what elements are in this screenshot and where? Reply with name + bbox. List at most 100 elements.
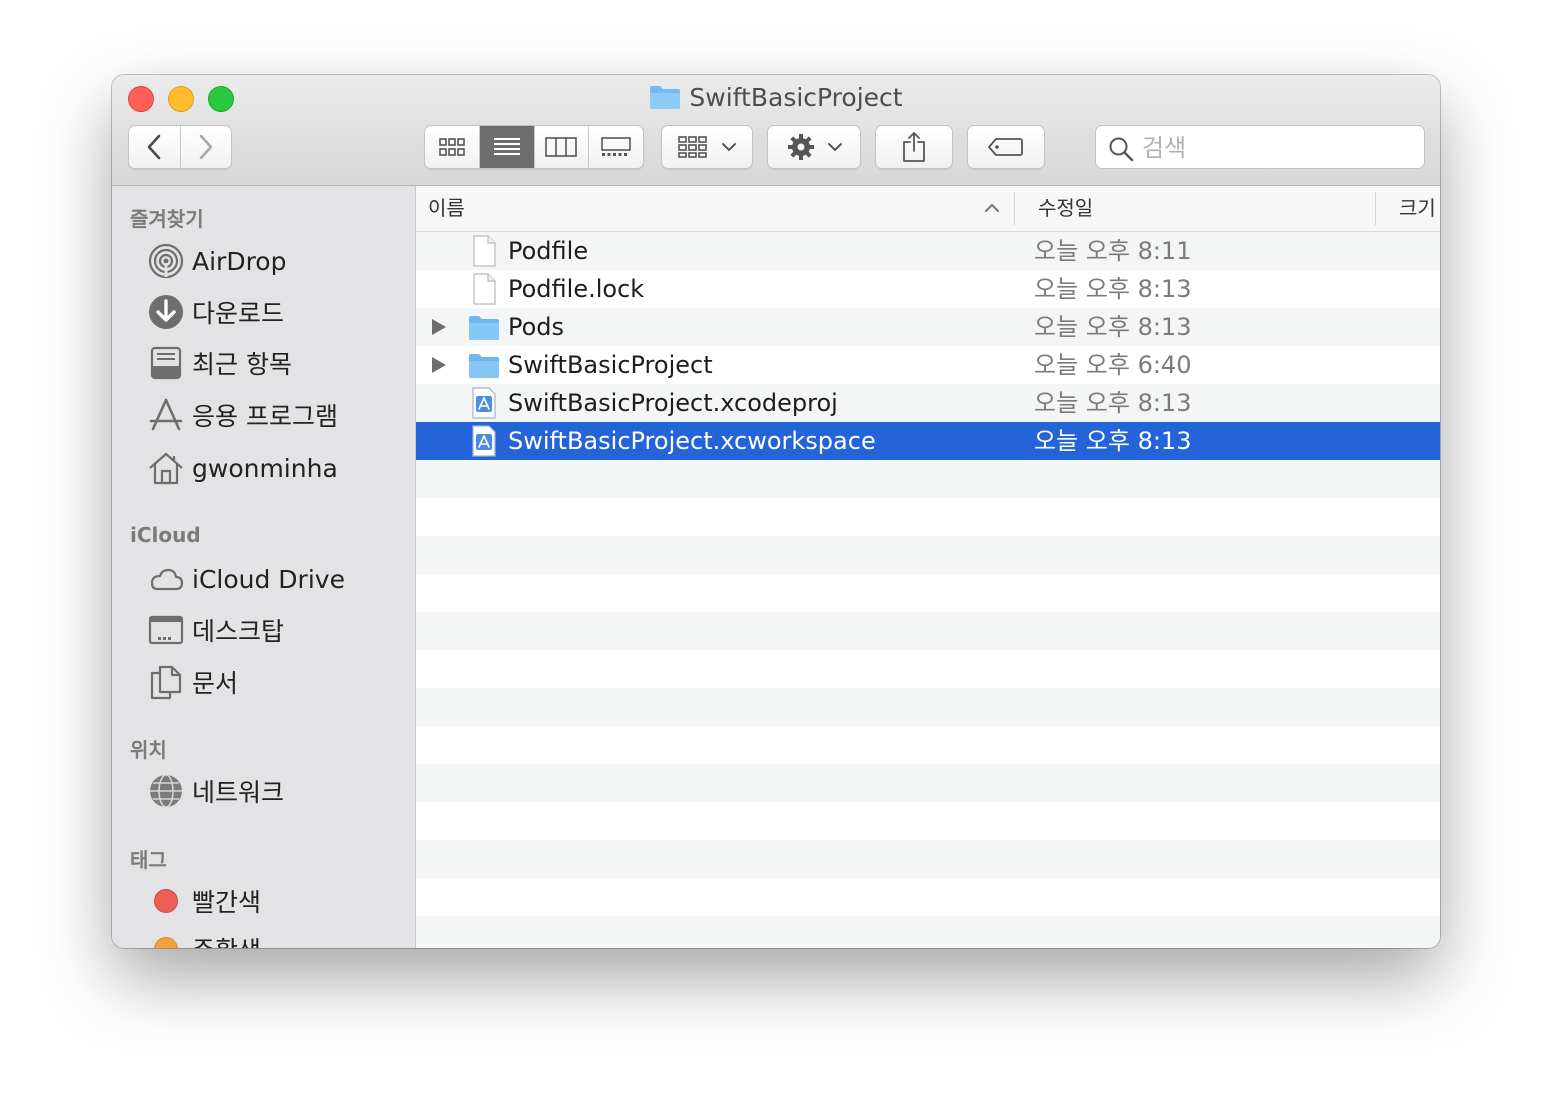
column-divider[interactable]	[1375, 192, 1376, 225]
empty-row	[416, 460, 1440, 498]
back-button[interactable]	[129, 126, 180, 168]
sidebar-item-home[interactable]: gwonminha	[148, 448, 338, 488]
file-rows: Podfile 오늘 오후 8:11 Podfile.lock 오늘 오후 8:13 P…	[416, 232, 1440, 948]
empty-row	[416, 878, 1440, 916]
sidebar-item-label: 응용 프로그램	[192, 402, 338, 431]
list-view-button[interactable]	[478, 126, 534, 168]
file-name: Podfile	[508, 237, 589, 265]
column-divider[interactable]	[1014, 192, 1015, 225]
gallery-view-button[interactable]	[588, 126, 643, 168]
sidebar-item-documents[interactable]: 문서	[148, 662, 238, 702]
airdrop-icon	[148, 243, 184, 279]
file-row[interactable]: SwiftBasicProject.xcodeproj 오늘 오후 8:13	[416, 384, 1440, 422]
list-lines-icon	[493, 138, 520, 155]
folder-icon	[468, 349, 500, 381]
search-input[interactable]	[1140, 132, 1414, 164]
file-row[interactable]: Podfile 오늘 오후 8:11	[416, 232, 1440, 270]
folder-icon	[468, 311, 500, 343]
column-size-header[interactable]: 크기	[1399, 186, 1436, 231]
file-row[interactable]: SwiftBasicProject.xcworkspace 오늘 오후 8:13	[416, 422, 1440, 460]
file-row[interactable]: SwiftBasicProject 오늘 오후 6:40	[416, 346, 1440, 384]
favorites-heading: 즐겨찾기	[130, 207, 204, 231]
file-name: SwiftBasicProject.xcworkspace	[508, 427, 876, 455]
disclosure-triangle-icon[interactable]	[432, 357, 446, 373]
share-button[interactable]	[875, 125, 953, 169]
file-modified-date: 오늘 오후 8:13	[1034, 313, 1192, 341]
sidebar-item-tag-orange[interactable]: 주황색	[148, 929, 261, 948]
file-modified-date: 오늘 오후 8:13	[1034, 427, 1192, 455]
network-icon	[148, 773, 184, 809]
action-button[interactable]	[767, 125, 861, 169]
navigation-group	[128, 125, 232, 169]
column-modified-header[interactable]: 수정일	[1038, 186, 1093, 231]
sidebar-item-label: 빨간색	[192, 888, 262, 917]
empty-row	[416, 612, 1440, 650]
cloud-icon	[148, 561, 184, 597]
empty-row	[416, 498, 1440, 536]
file-name: Pods	[508, 313, 565, 341]
file-icon	[468, 235, 500, 267]
tags-heading: 태그	[130, 848, 167, 872]
icon-grid-icon	[439, 138, 465, 156]
share-icon	[903, 132, 925, 162]
folder-icon	[650, 86, 681, 109]
file-name: SwiftBasicProject.xcodeproj	[508, 389, 838, 417]
columns-icon	[545, 137, 578, 157]
chevron-down-icon	[828, 143, 842, 152]
empty-row	[416, 536, 1440, 574]
empty-row	[416, 802, 1440, 840]
empty-row	[416, 840, 1440, 878]
sidebar-item-label: iCloud Drive	[192, 564, 345, 594]
column-name-header[interactable]: 이름	[428, 186, 465, 231]
column-header: 이름 수정일 크기	[416, 186, 1440, 232]
view-mode-group	[424, 125, 644, 169]
sidebar-item-icloud-drive[interactable]: iCloud Drive	[148, 559, 345, 599]
tag-color-dot	[148, 931, 184, 948]
icon-view-button[interactable]	[425, 126, 479, 168]
sidebar-item-airdrop[interactable]: AirDrop	[148, 241, 286, 281]
file-name: SwiftBasicProject	[508, 351, 713, 379]
sidebar-item-label: 데스크탑	[192, 617, 285, 646]
sidebar-item-desktop[interactable]: 데스크탑	[148, 610, 284, 650]
column-view-button[interactable]	[533, 126, 589, 168]
sidebar-item-tag-red[interactable]: 빨간색	[148, 881, 261, 921]
chevron-left-icon	[147, 134, 161, 160]
chevron-down-icon	[722, 143, 736, 152]
file-icon	[468, 273, 500, 305]
tags-button[interactable]	[967, 125, 1045, 169]
disclosure-triangle-icon[interactable]	[432, 319, 446, 335]
sidebar-item-recents[interactable]: 최근 항목	[148, 343, 292, 383]
search-field[interactable]	[1095, 125, 1425, 169]
group-grid-icon	[678, 136, 707, 158]
xcode-document-icon	[468, 425, 500, 457]
file-row[interactable]: Podfile.lock 오늘 오후 8:13	[416, 270, 1440, 308]
sort-ascending-icon	[985, 203, 999, 212]
window-title-text: SwiftBasicProject	[689, 83, 903, 112]
xcode-document-icon	[468, 387, 500, 419]
icloud-heading: iCloud	[130, 523, 201, 547]
download-icon	[148, 294, 184, 330]
file-modified-date: 오늘 오후 6:40	[1034, 351, 1192, 379]
gear-icon	[788, 134, 814, 160]
sidebar-item-downloads[interactable]: 다운로드	[148, 292, 284, 332]
sidebar-item-applications[interactable]: 응용 프로그램	[148, 395, 338, 435]
locations-heading: 위치	[130, 738, 167, 762]
forward-button[interactable]	[179, 126, 232, 168]
empty-row	[416, 574, 1440, 612]
toolbar: SwiftBasicProject	[112, 75, 1440, 186]
file-list: 이름 수정일 크기 Podfile 오늘 오후 8:11 Podfile.lock 오…	[416, 186, 1440, 948]
recents-icon	[148, 345, 184, 381]
empty-row	[416, 916, 1440, 948]
sidebar-item-network[interactable]: 네트워크	[148, 771, 284, 811]
window-title: SwiftBasicProject	[112, 81, 1440, 115]
file-row[interactable]: Pods 오늘 오후 8:13	[416, 308, 1440, 346]
tag-icon	[988, 138, 1023, 156]
group-by-button[interactable]	[661, 125, 753, 169]
sidebar-item-label: gwonminha	[192, 453, 338, 483]
empty-row	[416, 650, 1440, 688]
search-icon	[1109, 137, 1134, 162]
home-icon	[148, 450, 184, 486]
empty-row	[416, 726, 1440, 764]
sidebar-item-label: 네트워크	[192, 778, 285, 807]
gallery-icon	[601, 137, 631, 156]
